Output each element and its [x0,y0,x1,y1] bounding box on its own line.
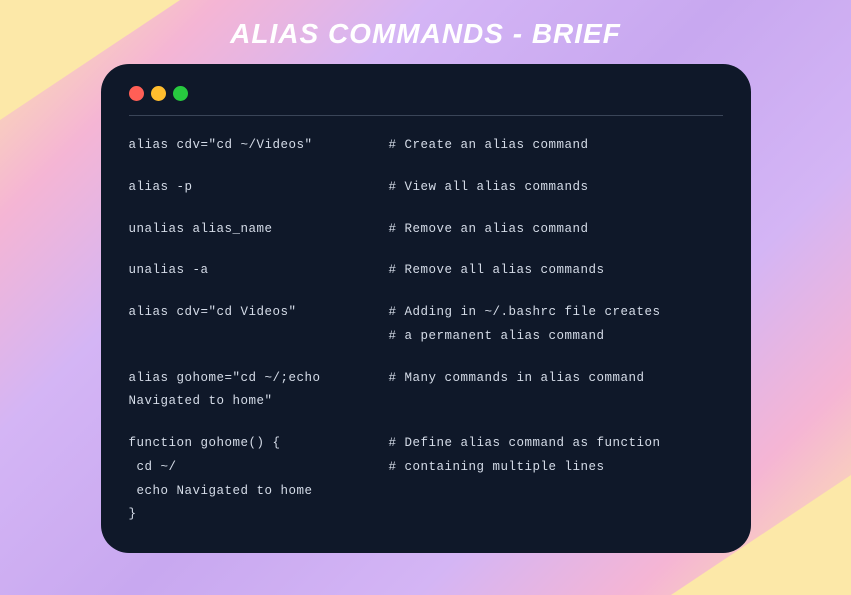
code-row: function gohome() {# Define alias comman… [129,432,723,456]
terminal-window: alias cdv="cd ~/Videos"# Create an alias… [101,64,751,553]
command-text: unalias alias_name [129,218,389,242]
spacer [129,349,723,367]
command-text: echo Navigated to home [129,480,389,504]
command-text: } [129,503,389,527]
code-row: # a permanent alias command [129,325,723,349]
traffic-lights [129,86,723,101]
comment-text: # containing multiple lines [389,456,605,480]
command-text: unalias -a [129,259,389,283]
code-row: alias cdv="cd Videos"# Adding in ~/.bash… [129,301,723,325]
code-row: alias -p# View all alias commands [129,176,723,200]
divider [129,115,723,116]
content-wrapper: ALIAS COMMANDS - BRIEF alias cdv="cd ~/V… [0,0,851,553]
command-text: Navigated to home" [129,390,389,414]
code-row: unalias alias_name# Remove an alias comm… [129,218,723,242]
close-icon [129,86,144,101]
comment-text: # Create an alias command [389,134,589,158]
spacer [129,283,723,301]
code-row: cd ~/# containing multiple lines [129,456,723,480]
comment-text: # Adding in ~/.bashrc file creates [389,301,661,325]
command-text [129,325,389,349]
spacer [129,158,723,176]
comment-text: # Remove an alias command [389,218,589,242]
command-text: alias gohome="cd ~/;echo [129,367,389,391]
comment-text: # a permanent alias command [389,325,605,349]
code-row: alias gohome="cd ~/;echo# Many commands … [129,367,723,391]
minimize-icon [151,86,166,101]
comment-text: # Define alias command as function [389,432,661,456]
code-area: alias cdv="cd ~/Videos"# Create an alias… [129,134,723,527]
spacer [129,241,723,259]
comment-text: # View all alias commands [389,176,589,200]
page-title: ALIAS COMMANDS - BRIEF [230,18,621,50]
command-text: alias cdv="cd ~/Videos" [129,134,389,158]
code-row: echo Navigated to home [129,480,723,504]
spacer [129,414,723,432]
code-row: unalias -a# Remove all alias commands [129,259,723,283]
code-row: alias cdv="cd ~/Videos"# Create an alias… [129,134,723,158]
comment-text: # Remove all alias commands [389,259,605,283]
code-row: Navigated to home" [129,390,723,414]
maximize-icon [173,86,188,101]
command-text: alias cdv="cd Videos" [129,301,389,325]
command-text: cd ~/ [129,456,389,480]
spacer [129,200,723,218]
command-text: function gohome() { [129,432,389,456]
comment-text: # Many commands in alias command [389,367,645,391]
code-row: } [129,503,723,527]
command-text: alias -p [129,176,389,200]
